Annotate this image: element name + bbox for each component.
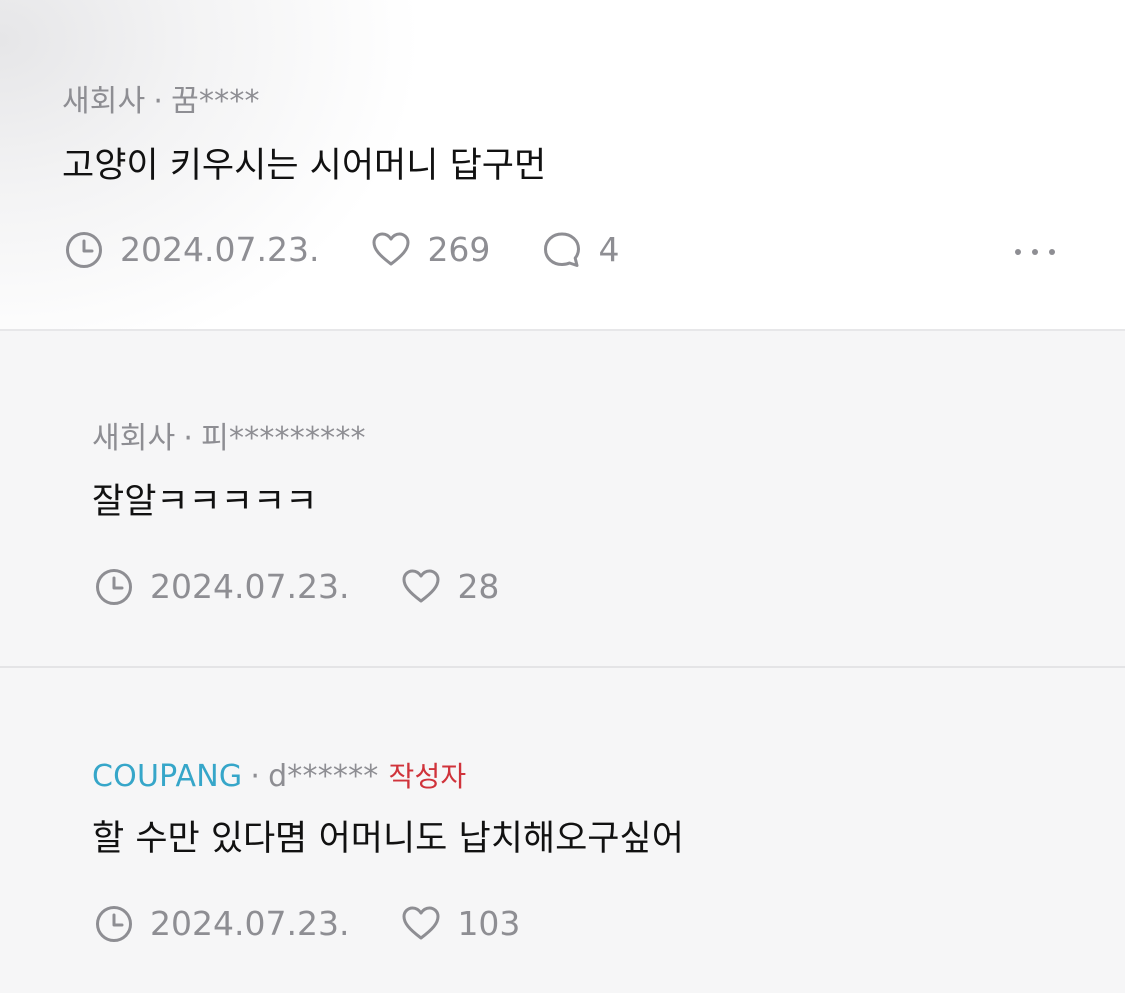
reply-count: 4 (598, 230, 620, 269)
author-name[interactable]: 피********* (201, 421, 366, 456)
like-count: 28 (457, 567, 500, 606)
meta-separator: · (183, 421, 194, 456)
like-button[interactable]: 269 (371, 228, 490, 272)
comment-stats: 2024.07.23. 103 (94, 902, 572, 946)
date-stat: 2024.07.23. (64, 228, 319, 272)
company-name[interactable]: 새회사 (62, 84, 145, 119)
clock-icon (94, 904, 134, 944)
comment-meta: COUPANG · d****** 작성자 (92, 757, 466, 797)
more-options-button[interactable] (1015, 242, 1055, 262)
comment-bubble-icon (542, 230, 582, 270)
company-name[interactable]: COUPANG (92, 759, 242, 794)
comment-date: 2024.07.23. (150, 904, 350, 943)
date-stat: 2024.07.23. (94, 902, 349, 946)
comment-thread: 새회사 · 꿈**** 고양이 키우시는 시어머니 답구먼 2024.07.23. … (0, 0, 1125, 993)
author-name[interactable]: d****** (268, 759, 378, 794)
like-button[interactable]: 28 (401, 565, 499, 609)
clock-icon (94, 567, 134, 607)
like-button[interactable]: 103 (401, 902, 520, 946)
heart-icon (401, 904, 441, 944)
comment-date: 2024.07.23. (120, 230, 320, 269)
comment-text: 잘알ㅋㅋㅋㅋㅋ (92, 482, 318, 522)
comment: 새회사 · 꿈**** 고양이 키우시는 시어머니 답구먼 2024.07.23. … (0, 0, 1125, 331)
author-badge: 작성자 (388, 760, 467, 793)
meta-separator: · (153, 84, 164, 119)
more-dot (1049, 249, 1055, 255)
comment-stats: 2024.07.23. 269 4 (64, 228, 671, 272)
reply-button[interactable]: 4 (542, 228, 619, 272)
heart-icon (371, 230, 411, 270)
date-stat: 2024.07.23. (94, 565, 349, 609)
like-count: 103 (457, 904, 521, 943)
more-dot (1032, 249, 1038, 255)
like-count: 269 (427, 230, 491, 269)
comment-text: 할 수만 있다몀 어머니도 납치해오구싶어 (92, 819, 684, 859)
reply-comment: COUPANG · d****** 작성자 할 수만 있다몀 어머니도 납치해오구싶어… (0, 668, 1125, 993)
comment-text: 고양이 키우시는 시어머니 답구먼 (62, 146, 547, 186)
comment-stats: 2024.07.23. 28 (94, 565, 551, 609)
clock-icon (64, 230, 104, 270)
author-name[interactable]: 꿈**** (171, 84, 260, 119)
comment-meta: 새회사 · 꿈**** (62, 82, 260, 122)
reply-comment: 새회사 · 피********* 잘알ㅋㅋㅋㅋㅋ 2024.07.23. 28 (0, 331, 1125, 668)
meta-separator: · (250, 759, 261, 794)
comment-meta: 새회사 · 피********* (92, 419, 366, 459)
more-dots-icon (1015, 249, 1021, 255)
comment-date: 2024.07.23. (150, 567, 350, 606)
heart-icon (401, 567, 441, 607)
company-name[interactable]: 새회사 (92, 421, 175, 456)
